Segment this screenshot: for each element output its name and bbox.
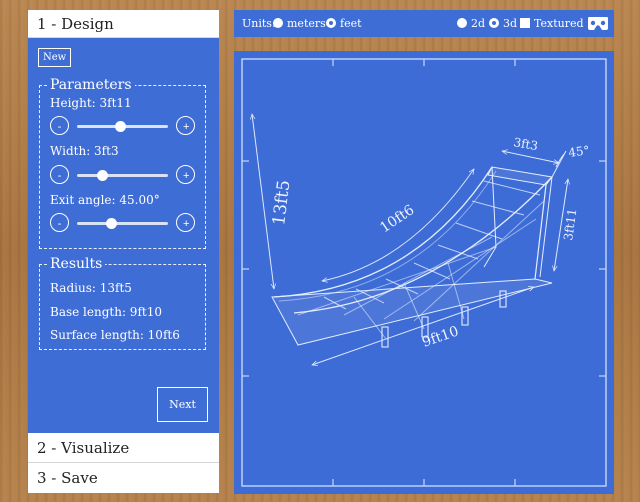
toolbar: Units: meters feet 2d 3d Textured — [234, 10, 614, 37]
parameters-title: Parameters — [47, 76, 135, 94]
feet-label: feet — [340, 17, 362, 30]
feet-radio[interactable] — [326, 18, 336, 28]
height-decrease-button[interactable]: - — [50, 116, 69, 135]
textured-option[interactable]: Textured — [520, 10, 584, 37]
exit-angle-decrease-button[interactable]: - — [50, 213, 69, 232]
exit-angle-slider-track[interactable] — [77, 218, 168, 229]
tab-save-label: 3 - Save — [37, 469, 98, 487]
exit-angle-increase-button[interactable]: + — [176, 213, 195, 232]
width-increase-button[interactable]: + — [176, 165, 195, 184]
next-button[interactable]: Next — [157, 387, 208, 422]
parameters-group: Parameters Height: 3ft11 - + Width: 3ft3… — [39, 76, 206, 249]
tab-visualize[interactable]: 2 - Visualize — [28, 433, 219, 463]
view-2d-option[interactable]: 2d — [457, 10, 485, 37]
surface-dimension-label: 10ft6 — [377, 202, 417, 236]
textured-label: Textured — [534, 17, 584, 30]
width-slider-thumb[interactable] — [96, 170, 108, 181]
ramp-model — [271, 166, 553, 348]
tab-design-label: 1 - Design — [37, 15, 114, 33]
units-label: Units: — [242, 17, 276, 30]
unit-feet-option[interactable]: feet — [326, 10, 362, 37]
base-dimension-label: 9ft10 — [420, 323, 461, 350]
results-title: Results — [47, 255, 106, 273]
base-length-result: Base length: 9ft10 — [50, 305, 162, 319]
radius-dimension-line — [252, 114, 274, 289]
width-slider-track[interactable] — [77, 170, 168, 181]
view-2d-label: 2d — [471, 17, 486, 30]
tab-visualize-label: 2 - Visualize — [37, 439, 130, 457]
design-body: New Parameters Height: 3ft11 - + Width: … — [28, 38, 219, 433]
surface-length-result: Surface length: 10ft6 — [50, 328, 180, 342]
height-increase-button[interactable]: + — [176, 116, 195, 135]
blueprint-view[interactable]: 13ft5 10ft6 3ft3 45° 3ft11 9ft10 — [234, 51, 614, 494]
new-button[interactable]: New — [38, 48, 72, 67]
width-decrease-button[interactable]: - — [50, 165, 69, 184]
radius-dimension-label: 13ft5 — [269, 179, 294, 227]
width-dimension-line — [502, 151, 559, 163]
width-label: Width: 3ft3 — [50, 144, 119, 158]
view-3d-radio[interactable] — [489, 18, 499, 28]
height-label: Height: 3ft11 — [50, 96, 132, 110]
angle-arc — [555, 153, 565, 168]
unit-meters-option[interactable]: meters — [273, 10, 326, 37]
meters-radio[interactable] — [273, 18, 283, 28]
blueprint-drawing: 13ft5 10ft6 3ft3 45° 3ft11 9ft10 — [241, 58, 607, 487]
vr-headset-icon[interactable] — [587, 16, 609, 31]
height-slider-thumb[interactable] — [115, 121, 127, 132]
meters-label: meters — [287, 17, 326, 30]
tab-design[interactable]: 1 - Design — [28, 10, 219, 38]
view-3d-option[interactable]: 3d — [489, 10, 517, 37]
exit-angle-label: Exit angle: 45.00° — [50, 193, 160, 207]
height-slider-track[interactable] — [77, 121, 168, 132]
textured-checkbox[interactable] — [520, 18, 530, 28]
height-dimension-label: 3ft11 — [561, 208, 579, 242]
width-dimension-label: 3ft3 — [512, 135, 539, 153]
exit-angle-slider-thumb[interactable] — [106, 218, 118, 229]
exit-angle-slider: - + — [50, 213, 195, 235]
view-2d-radio[interactable] — [457, 18, 467, 28]
angle-dimension-label: 45° — [567, 143, 590, 160]
radius-result: Radius: 13ft5 — [50, 281, 132, 295]
tab-save[interactable]: 3 - Save — [28, 463, 219, 493]
height-slider: - + — [50, 116, 195, 138]
view-3d-label: 3d — [503, 17, 518, 30]
results-group: Results Radius: 13ft5 Base length: 9ft10… — [39, 255, 206, 350]
width-slider: - + — [50, 165, 195, 187]
design-panel: 1 - Design New Parameters Height: 3ft11 … — [28, 10, 219, 494]
